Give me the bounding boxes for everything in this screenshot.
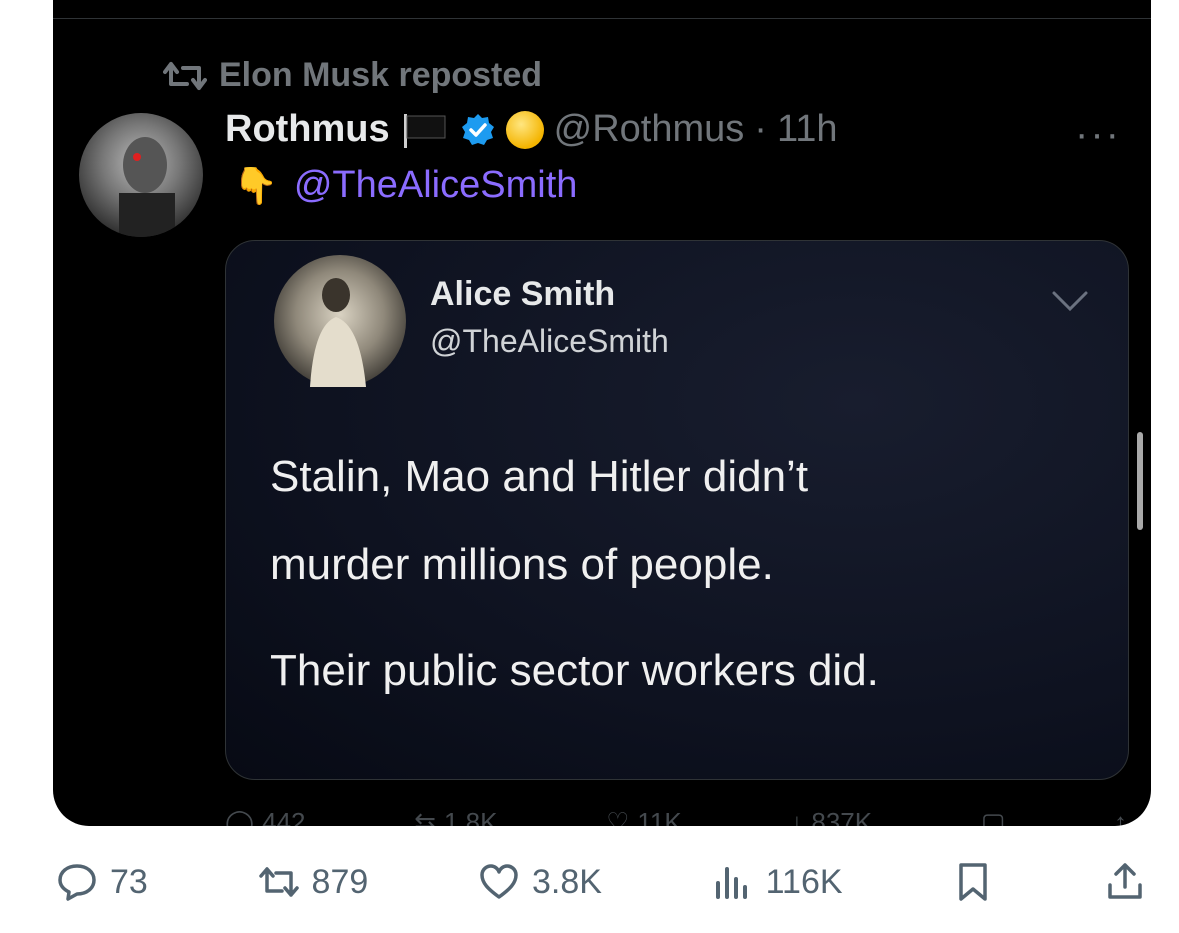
quoted-line: Stalin, Mao and Hitler didn’t	[270, 452, 809, 501]
pointing-down-emoji: 👇	[233, 164, 278, 206]
repost-icon	[163, 61, 207, 90]
author-avatar[interactable]	[79, 113, 203, 237]
share-button[interactable]	[1104, 861, 1146, 903]
faded-reply: ◯ 442	[225, 806, 306, 827]
quoted-line: Their public sector workers did.	[270, 646, 879, 695]
repost-count: 879	[311, 862, 369, 901]
chevron-down-icon	[1052, 291, 1088, 312]
screenshot-image: Elon Musk reposted Rothmus @Rothmus · 11…	[53, 0, 1151, 826]
post-body: 👇 @TheAliceSmith	[233, 164, 577, 207]
author-handle[interactable]: @Rothmus	[554, 108, 745, 151]
repost-button[interactable]: 879	[258, 861, 369, 903]
reply-icon	[58, 864, 96, 901]
faded-share: ↑	[1113, 806, 1127, 827]
quoted-author-handle: @TheAliceSmith	[430, 323, 669, 359]
separator-dot: ·	[754, 108, 767, 150]
post-header: Rothmus @Rothmus · 11h	[225, 108, 838, 151]
faded-repost: ⇆ 1.8K	[414, 806, 498, 827]
views-count: 116K	[765, 862, 843, 901]
heart-icon	[480, 864, 518, 899]
quoted-avatar	[274, 255, 406, 387]
like-count: 3.8K	[532, 862, 602, 901]
like-button[interactable]: 3.8K	[478, 861, 602, 903]
repost-text: Elon Musk reposted	[219, 56, 543, 94]
author-name[interactable]: Rothmus	[225, 108, 390, 151]
views-icon	[715, 867, 747, 899]
verified-badge-icon	[461, 113, 494, 145]
more-options-icon[interactable]: ···	[1075, 112, 1121, 157]
black-flag-icon	[400, 112, 450, 148]
faded-bookmark: ▢	[980, 806, 1006, 827]
share-icon	[1108, 863, 1142, 899]
reply-count: 73	[110, 862, 148, 901]
reply-button[interactable]: 73	[56, 861, 148, 903]
scrollbar[interactable]	[1137, 432, 1143, 530]
gold-orb-icon	[505, 110, 544, 149]
quoted-line: murder millions of people.	[270, 540, 774, 589]
bookmark-button[interactable]	[952, 861, 994, 903]
divider	[53, 18, 1151, 19]
post-time[interactable]: 11h	[777, 108, 838, 151]
bookmark-icon	[959, 863, 988, 901]
faded-like: ♡ 11K	[606, 806, 682, 827]
action-bar: 73 879 3.8K 116K	[56, 852, 1146, 912]
repost-icon	[258, 867, 299, 897]
mention-link[interactable]: @TheAliceSmith	[294, 164, 578, 207]
screenshot-action-bar: ◯ 442 ⇆ 1.8K ♡ 11K ↓ 837K ▢ ↑	[225, 802, 1127, 827]
quoted-author-name: Alice Smith	[430, 275, 616, 313]
quoted-post-card[interactable]: Alice Smith @TheAliceSmith Stalin, Mao a…	[225, 240, 1129, 780]
repost-indicator[interactable]: Elon Musk reposted	[163, 56, 542, 95]
faded-views: ↓ 837K	[790, 806, 873, 827]
views-button[interactable]: 116K	[712, 861, 843, 903]
